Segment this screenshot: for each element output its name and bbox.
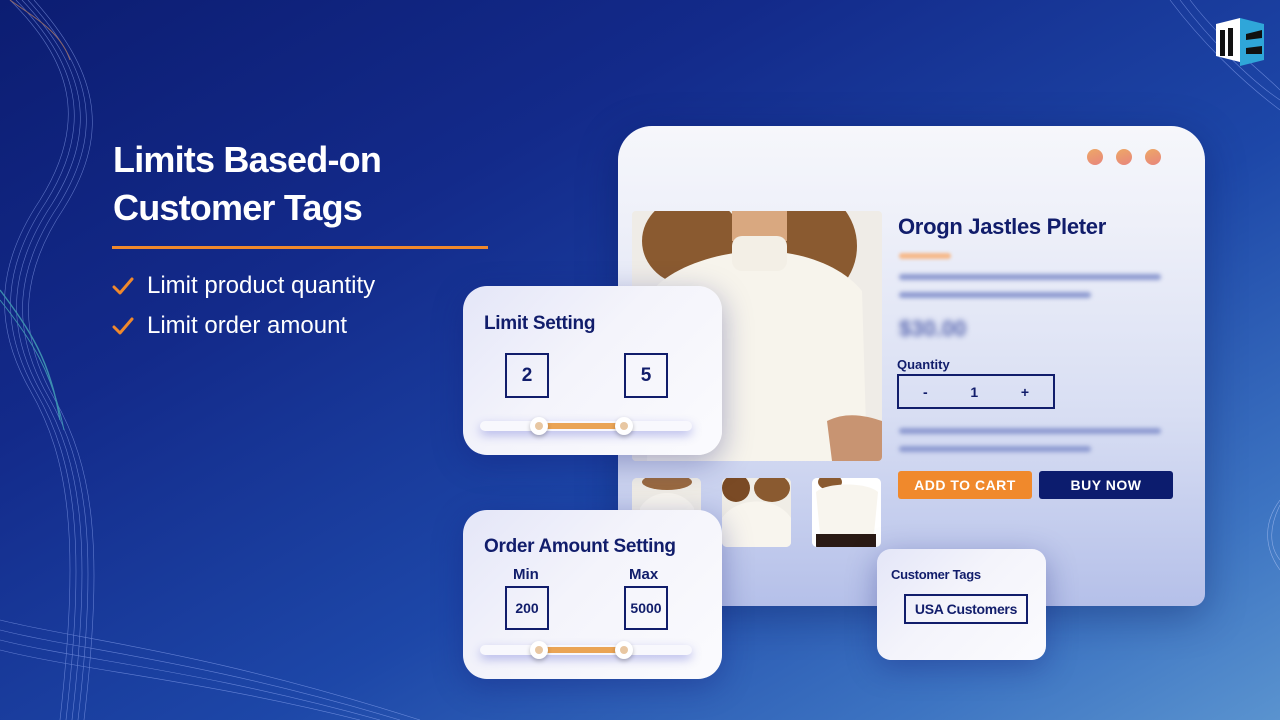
product-title: Orogn Jastles Pleter [898, 214, 1106, 239]
product-price: $30.00 [899, 316, 967, 341]
quantity-range-slider[interactable] [480, 417, 692, 435]
max-order-amount-input[interactable]: 5000 [624, 586, 668, 630]
rating-stars [899, 253, 951, 259]
customer-tag-chip[interactable]: USA Customers [904, 594, 1028, 624]
slider-range-fill [539, 647, 625, 653]
limit-setting-card: Limit Setting 2 5 [463, 286, 722, 455]
hero-divider [112, 246, 488, 249]
increment-button[interactable]: + [1021, 384, 1029, 400]
limit-setting-title: Limit Setting [484, 313, 596, 334]
window-dot[interactable] [1087, 149, 1103, 165]
buy-now-button[interactable]: BUY NOW [1039, 471, 1173, 499]
max-label: Max [629, 566, 659, 583]
hero-title-line-2: Customer Tags [113, 187, 363, 228]
window-dot[interactable] [1116, 149, 1132, 165]
product-description-line [899, 292, 1091, 298]
window-dot[interactable] [1145, 149, 1161, 165]
order-amount-range-slider[interactable] [480, 641, 692, 659]
slider-max-handle[interactable] [615, 417, 634, 435]
min-label: Min [513, 566, 539, 583]
quantity-label: Quantity [897, 357, 950, 372]
add-to-cart-button[interactable]: ADD TO CART [898, 471, 1032, 499]
check-icon [112, 277, 134, 295]
slider-max-handle[interactable] [615, 641, 634, 659]
check-icon [112, 317, 134, 335]
min-quantity-input[interactable]: 2 [505, 353, 549, 398]
feature-label: Limit product quantity [147, 272, 376, 299]
min-order-amount-input[interactable]: 200 [505, 586, 549, 630]
max-quantity-input[interactable]: 5 [624, 353, 668, 398]
order-amount-setting-title: Order Amount Setting [484, 536, 676, 557]
product-description-line [899, 446, 1091, 452]
feature-item: Limit product quantity [112, 266, 375, 306]
quantity-value: 1 [970, 383, 979, 400]
product-thumbnail[interactable] [812, 478, 881, 547]
quantity-stepper[interactable]: - 1 + [897, 374, 1055, 409]
product-description-line [899, 428, 1161, 434]
customer-tags-title: Customer Tags [891, 567, 981, 582]
window-controls [1087, 149, 1161, 165]
slider-min-handle[interactable] [530, 641, 549, 659]
feature-item: Limit order amount [112, 306, 375, 346]
customer-tags-card: Customer Tags USA Customers [877, 549, 1046, 660]
decrement-button[interactable]: - [923, 384, 928, 400]
feature-label: Limit order amount [147, 312, 348, 339]
product-description-line [899, 274, 1161, 280]
product-thumbnail[interactable] [722, 478, 791, 547]
slider-min-handle[interactable] [530, 417, 549, 435]
order-amount-setting-card: Order Amount Setting Min Max 200 5000 [463, 510, 722, 679]
brand-logo-icon [1216, 18, 1264, 66]
hero-title-line-1: Limits Based-on [113, 139, 382, 180]
hero-title: Limits Based-on Customer Tags [113, 136, 493, 232]
slider-range-fill [539, 423, 625, 429]
feature-list: Limit product quantity Limit order amoun… [112, 266, 375, 346]
